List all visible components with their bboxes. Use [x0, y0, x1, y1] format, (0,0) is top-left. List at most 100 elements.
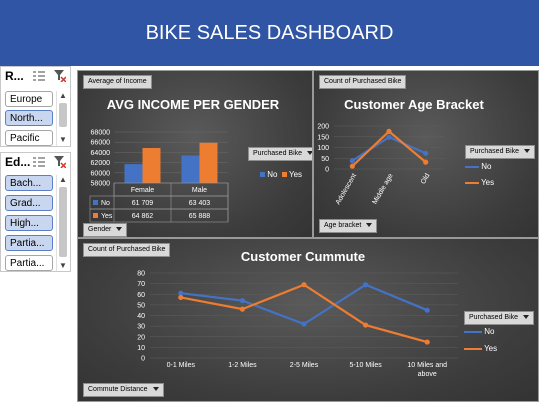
series-line-yes: [180, 283, 428, 344]
region-scrollbar[interactable]: ▲ ▼: [56, 91, 69, 146]
multi-select-icon[interactable]: [33, 156, 45, 168]
x-tick-label: Adolescent: [335, 172, 358, 206]
field-button-income[interactable]: Average of Income: [83, 75, 152, 89]
clear-filter-icon[interactable]: [54, 156, 66, 168]
legend-label-no: No: [481, 162, 492, 171]
x-tick-label: Old: [420, 172, 432, 185]
point-yes: [349, 163, 355, 169]
legend-filter-button[interactable]: Purchased Bike: [465, 145, 536, 159]
y-tick-label: 68000: [91, 130, 111, 137]
legend-filter-button[interactable]: Purchased Bike: [248, 147, 312, 161]
legend-swatch-no: [465, 165, 479, 168]
multi-select-icon[interactable]: [33, 70, 45, 82]
y-tick-label: 50: [137, 302, 145, 309]
commute-legend: No Yes: [464, 327, 497, 353]
y-tick-label: 100: [317, 145, 329, 152]
bar-yes-female: [142, 148, 161, 183]
legend-label-yes: Yes: [481, 178, 495, 187]
x-tick-label: above: [418, 371, 437, 378]
y-tick-label: 0: [141, 356, 145, 363]
point-yes: [424, 339, 430, 345]
table-cell: 64 862: [132, 213, 154, 220]
slicer-item-partial-high-school[interactable]: Partia...: [5, 255, 53, 271]
age-legend: No Yes: [465, 162, 494, 187]
table-cell: 61 709: [132, 200, 154, 207]
x-tick-label: 2-5 Miles: [290, 362, 319, 369]
dashboard-title: BIKE SALES DASHBOARD: [145, 22, 394, 44]
income-legend: No Yes: [260, 170, 302, 179]
table-row-swatch: [93, 213, 98, 218]
bar-yes-male: [199, 142, 218, 183]
x-tick-label: Middle age: [372, 172, 395, 205]
legend-swatch-no: [464, 330, 482, 333]
slicer-item-europe[interactable]: Europe: [5, 91, 53, 107]
table-header-cell: Male: [192, 187, 207, 194]
slicer-item-high-school[interactable]: High...: [5, 215, 53, 231]
point-no: [363, 282, 369, 288]
y-tick-label: 58000: [91, 181, 111, 188]
legend-label-yes: Yes: [289, 170, 303, 179]
table-header-cell: Female: [131, 187, 154, 194]
axis-field-button-gender[interactable]: Gender: [83, 223, 128, 237]
legend-swatch-yes: [465, 181, 479, 184]
legend-filter-label: Purchased Bike: [469, 314, 519, 321]
commute-chart-panel[interactable]: 80 70 60 50 40 30 20 10 0 0-1 Miles 1-2 Miles 2-5 M…: [77, 238, 539, 402]
table-row-swatch: [93, 200, 98, 205]
table-cell: 65 888: [189, 213, 211, 220]
legend-swatch-no: [260, 172, 265, 177]
scroll-down-icon[interactable]: ▼: [58, 261, 68, 271]
y-tick-label: 30: [137, 324, 145, 331]
field-button-commute-count[interactable]: Count of Purchased Bike: [83, 243, 171, 257]
slicer-item-partial-college[interactable]: Partia...: [5, 235, 53, 251]
y-tick-label: 20: [137, 334, 145, 341]
slicer-item-pacific[interactable]: Pacific: [5, 130, 53, 146]
y-tick-label: 200: [317, 124, 329, 131]
y-tick-label: 10: [137, 345, 145, 352]
axis-field-button-commute[interactable]: Commute Distance: [83, 383, 164, 397]
slicer-item-bachelors[interactable]: Bach...: [5, 175, 53, 191]
legend-filter-label: Purchased Bike: [470, 148, 520, 155]
scroll-thumb[interactable]: [59, 103, 67, 127]
income-chart-title: AVG INCOME PER GENDER: [106, 97, 280, 112]
legend-swatch-yes: [464, 347, 482, 350]
scroll-down-icon[interactable]: ▼: [58, 135, 68, 145]
scroll-thumb[interactable]: [59, 187, 67, 257]
y-tick-label: 50: [321, 156, 329, 163]
dropdown-arrow-icon: [524, 149, 531, 154]
education-scrollbar[interactable]: ▲ ▼: [56, 175, 69, 271]
point-no: [301, 321, 307, 327]
scroll-up-icon[interactable]: ▲: [58, 91, 68, 101]
age-chart-panel[interactable]: 200 150 100 50 0 Adolescent Middle age Old Coun…: [313, 70, 539, 238]
legend-label-no: No: [267, 170, 278, 179]
slicer-item-graduate[interactable]: Grad...: [5, 195, 53, 211]
field-button-age-count[interactable]: Count of Purchased Bike: [319, 75, 407, 89]
region-slicer-title: R...: [5, 69, 24, 83]
y-tick-label: 150: [317, 134, 329, 141]
point-yes: [386, 128, 392, 134]
table-row-label: No: [101, 200, 110, 207]
legend-label-no: No: [484, 327, 495, 336]
axis-field-label: Age bracket: [324, 222, 362, 229]
point-no: [349, 158, 355, 164]
point-no: [424, 307, 430, 313]
x-tick-label: 1-2 Miles: [228, 362, 257, 369]
slicer-item-north[interactable]: North...: [5, 110, 53, 126]
education-slicer-title: Ed...: [5, 155, 31, 169]
income-chart-panel[interactable]: 68000 66000 64000 62000 60000 58000 Female Male…: [77, 70, 313, 238]
legend-filter-button[interactable]: Purchased Bike: [464, 311, 535, 325]
point-no: [239, 298, 245, 304]
region-slicer: R... Europe North... Pacific ▲ ▼: [0, 66, 71, 147]
point-yes: [363, 322, 369, 328]
clear-filter-icon[interactable]: [54, 70, 66, 82]
axis-field-button-age[interactable]: Age bracket: [319, 219, 378, 233]
y-tick-label: 40: [137, 313, 145, 320]
legend-label-yes: Yes: [484, 344, 498, 353]
y-tick-label: 66000: [91, 140, 111, 147]
scroll-up-icon[interactable]: ▲: [58, 175, 68, 185]
y-tick-label: 62000: [91, 160, 111, 167]
point-no: [386, 134, 392, 140]
x-tick-label: 0-1 Miles: [167, 362, 196, 369]
x-tick-label: 5-10 Miles: [349, 362, 382, 369]
age-chart-title: Customer Age Bracket: [344, 97, 484, 112]
education-slicer: Ed... Bach... Grad... High... Partia... …: [0, 152, 71, 272]
